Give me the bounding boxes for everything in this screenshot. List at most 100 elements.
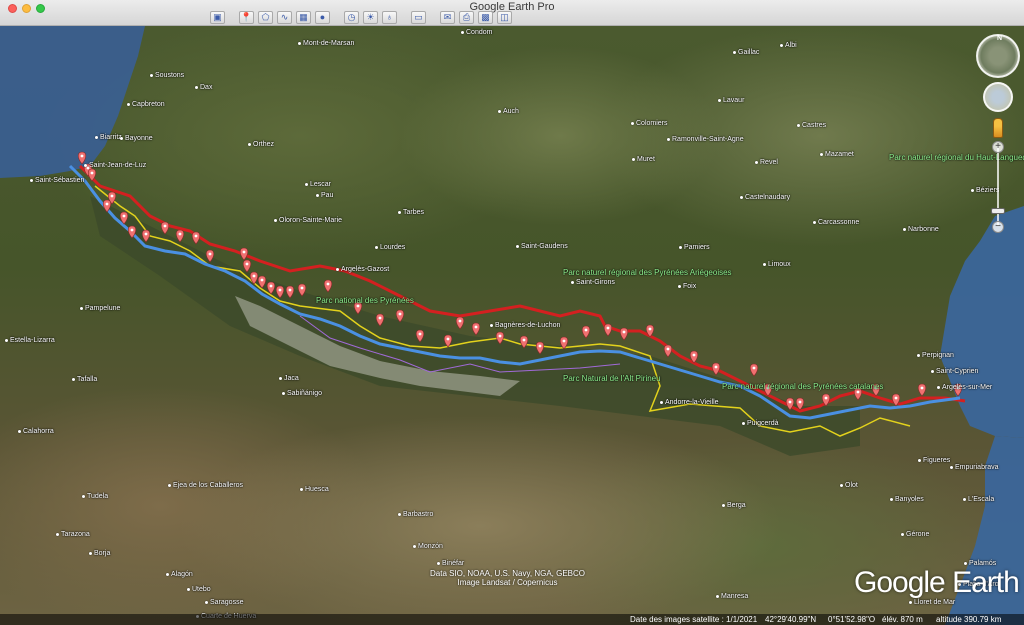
zoom-out-button[interactable]: −	[992, 221, 1004, 233]
save-image-button[interactable]: ▩	[478, 11, 493, 24]
placemark-pin-icon[interactable]	[242, 259, 252, 273]
view-in-maps-button[interactable]: ◫	[497, 11, 512, 24]
place-label[interactable]: Saint-Girons	[571, 279, 615, 287]
place-label[interactable]: Mazamet	[820, 151, 854, 159]
ruler-button[interactable]: ▭	[411, 11, 426, 24]
place-label[interactable]: Soustons	[150, 72, 184, 80]
place-label[interactable]: Puigcerdà	[742, 420, 779, 428]
place-label[interactable]: Banyoles	[890, 496, 924, 504]
place-label[interactable]: Argelès-Gazost	[336, 266, 389, 274]
place-label[interactable]: Bayonne	[120, 135, 153, 143]
placemark-pin-icon[interactable]	[711, 362, 721, 376]
place-label[interactable]: Auch	[498, 108, 519, 116]
place-label[interactable]: Dax	[195, 84, 212, 92]
place-label[interactable]: Ejea de los Caballeros	[168, 482, 243, 490]
place-label[interactable]: Monzón	[413, 543, 443, 551]
place-label[interactable]: Andorre-la-Vieille	[660, 399, 719, 407]
park-label[interactable]: Parc Natural de l'Alt Pirineu	[563, 374, 661, 383]
place-label[interactable]: Lloret de Mar	[909, 599, 955, 607]
record-tour-button[interactable]: ●	[315, 11, 330, 24]
place-label[interactable]: Pampelune	[80, 305, 120, 313]
historical-imagery-button[interactable]: ◷	[344, 11, 359, 24]
place-label[interactable]: Saint-Cyprien	[931, 368, 978, 376]
place-label[interactable]: Tudela	[82, 493, 108, 501]
place-label[interactable]: Binéfar	[437, 560, 464, 568]
place-label[interactable]: Revel	[755, 159, 778, 167]
place-label[interactable]: Béziers	[971, 187, 999, 195]
place-label[interactable]: L'Escala	[963, 496, 994, 504]
add-polygon-button[interactable]: ⬠	[258, 11, 273, 24]
place-label[interactable]: Lescar	[305, 181, 331, 189]
place-label[interactable]: Narbonne	[903, 226, 939, 234]
place-label[interactable]: Perpignan	[917, 352, 954, 360]
place-label[interactable]: Capbreton	[127, 101, 165, 109]
place-label[interactable]: Ramonville-Saint-Agne	[667, 136, 744, 144]
place-label[interactable]: Lavaur	[718, 97, 744, 105]
add-path-button[interactable]: ∿	[277, 11, 292, 24]
place-label[interactable]: Limoux	[763, 261, 791, 269]
park-label[interactable]: Parc naturel régional du Haut-Languedoc	[889, 153, 1024, 162]
place-label[interactable]: Saragosse	[205, 599, 243, 607]
place-label[interactable]: Tafalla	[72, 376, 97, 384]
place-label[interactable]: Bagnères-de-Luchon	[490, 322, 560, 330]
placemark-pin-icon[interactable]	[619, 327, 629, 341]
place-label[interactable]: Saint-Sébastien	[30, 177, 84, 185]
place-label[interactable]: Oloron-Sainte-Marie	[274, 217, 342, 225]
place-label[interactable]: Castelnaudary	[740, 194, 790, 202]
place-label[interactable]: Carcassonne	[813, 219, 859, 227]
place-label[interactable]: Sabiñánigo	[282, 390, 322, 398]
place-label[interactable]: Gérone	[901, 531, 929, 539]
place-label[interactable]: Orthez	[248, 141, 274, 149]
planets-button[interactable]: ♁	[382, 11, 397, 24]
placemark-pin-icon[interactable]	[471, 322, 481, 336]
place-label[interactable]: Utebo	[187, 586, 211, 594]
place-label[interactable]: Gaillac	[733, 49, 759, 57]
place-label[interactable]: Huesca	[300, 486, 329, 494]
place-label[interactable]: Jaca	[279, 375, 299, 383]
placemark-pin-icon[interactable]	[663, 344, 673, 358]
placemark-pin-icon[interactable]	[917, 383, 927, 397]
move-joystick[interactable]	[983, 82, 1013, 112]
placemark-pin-icon[interactable]	[455, 316, 465, 330]
place-label[interactable]: Lourdes	[375, 244, 405, 252]
place-label[interactable]: Biarritz	[95, 134, 122, 142]
place-label[interactable]: Tarbes	[398, 209, 424, 217]
placemark-pin-icon[interactable]	[323, 279, 333, 293]
place-label[interactable]: Argelès-sur-Mer	[937, 384, 992, 392]
place-label[interactable]: Castres	[797, 122, 826, 130]
place-label[interactable]: Figueres	[918, 457, 950, 465]
add-placemark-button[interactable]: 📍	[239, 11, 254, 24]
place-label[interactable]: Foix	[678, 283, 696, 291]
email-button[interactable]: ✉	[440, 11, 455, 24]
park-label[interactable]: Parc naturel régional des Pyrénées catal…	[722, 382, 883, 391]
park-label[interactable]: Parc national des Pyrénées	[316, 296, 414, 305]
place-label[interactable]: Albi	[780, 42, 797, 50]
add-image-overlay-button[interactable]: ▦	[296, 11, 311, 24]
place-label[interactable]: Barbastro	[398, 511, 433, 519]
placemark-pin-icon[interactable]	[191, 231, 201, 245]
look-joystick[interactable]: N	[976, 34, 1020, 78]
park-label[interactable]: Parc naturel régional des Pyrénées Ariég…	[563, 268, 732, 277]
place-label[interactable]: Empuriabrava	[950, 464, 999, 472]
sun-button[interactable]: ☀	[363, 11, 378, 24]
zoom-slider-track[interactable]	[997, 146, 999, 226]
place-label[interactable]: Manresa	[716, 593, 748, 601]
street-view-pegman-icon[interactable]	[993, 118, 1003, 138]
earth-map-view[interactable]: Condom Mont-de-Marsan Albi Gaillac Soustons D…	[0, 26, 1024, 625]
placemark-pin-icon[interactable]	[581, 325, 591, 339]
placemark-pin-icon[interactable]	[239, 247, 249, 261]
place-label[interactable]: Mont-de-Marsan	[298, 40, 354, 48]
placemark-pin-icon[interactable]	[749, 363, 759, 377]
place-label[interactable]: Calahorra	[18, 428, 54, 436]
place-label[interactable]: Saint-Gaudens	[516, 243, 568, 251]
placemark-pin-icon[interactable]	[603, 323, 613, 337]
print-button[interactable]: ⎙	[459, 11, 474, 24]
place-label[interactable]: Saint-Jean-de-Luz	[84, 162, 146, 170]
place-label[interactable]: Olot	[840, 482, 858, 490]
place-label[interactable]: Muret	[632, 156, 655, 164]
place-label[interactable]: Pau	[316, 192, 333, 200]
place-label[interactable]: Estella-Lizarra	[5, 337, 55, 345]
hide-sidebar-button[interactable]: ▣	[210, 11, 225, 24]
place-label[interactable]: Alagón	[166, 571, 193, 579]
zoom-slider-knob[interactable]	[991, 208, 1005, 214]
